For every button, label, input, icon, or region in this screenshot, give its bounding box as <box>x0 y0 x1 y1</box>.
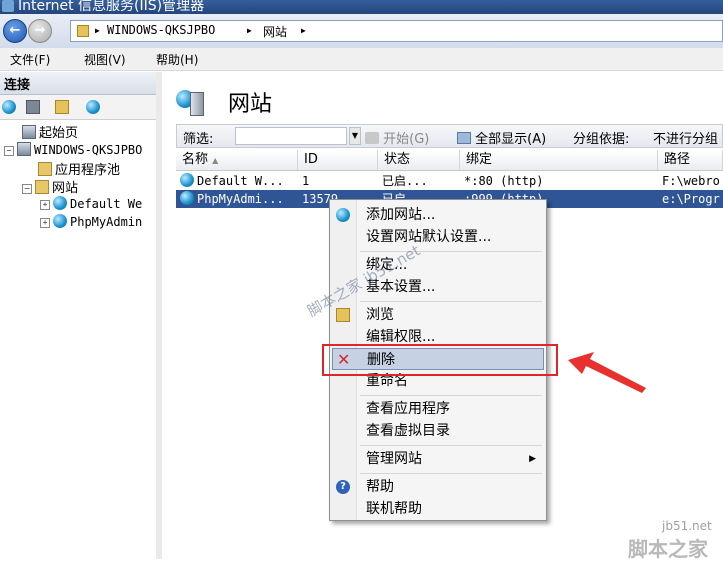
column-name[interactable]: 名称 ▲ <box>176 150 298 170</box>
column-path[interactable]: 路径 <box>658 150 723 170</box>
group-by-select[interactable]: 不进行分组 <box>653 128 718 147</box>
site-globe-icon <box>53 214 67 228</box>
column-id[interactable]: ID <box>298 150 378 170</box>
window-title: Internet 信息服务(IIS)管理器 <box>18 0 205 14</box>
watermark-url: jb51.net <box>662 519 712 533</box>
sort-ascending-icon: ▲ <box>212 156 219 165</box>
tree-site-phpmyadmin[interactable]: + PhpMyAdmin <box>40 214 142 229</box>
site-globe-icon <box>180 173 194 187</box>
filter-input[interactable] <box>235 127 347 145</box>
breadcrumb-separator-icon: ▶ <box>247 26 252 35</box>
tree-site-default[interactable]: + Default We <box>40 196 142 211</box>
expand-icon[interactable]: + <box>40 218 50 228</box>
filter-dropdown-icon[interactable]: ▼ <box>349 127 361 145</box>
menu-item-view-virtual-dirs[interactable]: 查看虚拟目录 <box>332 420 544 442</box>
site-folder-icon <box>77 25 89 37</box>
forward-button[interactable]: → <box>28 19 52 43</box>
breadcrumb-separator-icon: ▶ <box>301 26 306 35</box>
back-arrow-icon: ← <box>9 23 21 38</box>
breadcrumb-separator-icon: ▶ <box>95 26 100 35</box>
column-status[interactable]: 状态 <box>378 150 460 170</box>
help-icon: ? <box>336 480 350 494</box>
add-site-icon <box>336 208 350 222</box>
sites-folder-icon <box>35 180 49 194</box>
connections-title: 连接 <box>4 78 31 93</box>
menu-item-add-site[interactable]: 添加网站... <box>332 204 544 226</box>
menu-bar: 文件(F) 视图(V) 帮助(H) <box>0 48 723 71</box>
connections-header: 连接 <box>0 72 158 95</box>
collapse-icon[interactable]: − <box>22 184 32 194</box>
connections-toolbar <box>0 95 158 120</box>
menu-help[interactable]: 帮助(H) <box>156 51 198 68</box>
breadcrumb-server[interactable]: WINDOWS-QKSJPBO <box>107 23 215 37</box>
forward-arrow-icon: → <box>34 23 46 38</box>
table-row[interactable]: Default W... 1 已启... *:80 (http) F:\webr… <box>176 172 723 190</box>
column-binding[interactable]: 绑定 <box>460 150 658 170</box>
start-filter-button[interactable]: 开始(G) <box>365 128 429 147</box>
menu-item-browse[interactable]: 浏览 <box>332 304 544 326</box>
connect-globe-icon[interactable] <box>2 100 16 114</box>
site-globe-icon <box>53 196 67 210</box>
browse-icon <box>336 308 350 322</box>
menu-item-view-applications[interactable]: 查看应用程序 <box>332 398 544 420</box>
group-by-label: 分组依据: <box>573 132 630 147</box>
filter-bar: 筛选: ▼ 开始(G) 全部显示(A) 分组依据: 不进行分组 <box>176 124 723 148</box>
address-box[interactable]: ▶ WINDOWS-QKSJPBO ▶ 网站 ▶ <box>70 20 723 42</box>
collapse-icon[interactable]: − <box>4 146 14 156</box>
menu-item-manage-site[interactable]: 管理网站 ▶ <box>332 448 544 470</box>
app-icon <box>2 0 14 12</box>
connections-panel: 连接 起始页 − WINDOWS-QKSJPBO 应用程序池 − 网站 + Defau… <box>0 72 159 559</box>
submenu-arrow-icon: ▶ <box>529 454 536 464</box>
start-page-icon <box>22 125 36 139</box>
menu-view[interactable]: 视图(V) <box>84 51 126 68</box>
filter-label: 筛选: <box>183 132 214 147</box>
back-button[interactable]: ← <box>3 19 27 43</box>
sites-header-icon <box>176 86 206 116</box>
show-all-icon <box>457 132 471 144</box>
menu-file[interactable]: 文件(F) <box>10 51 50 68</box>
save-icon[interactable] <box>26 100 40 114</box>
site-globe-icon <box>180 191 194 205</box>
page-title: 网站 <box>228 92 273 117</box>
title-bar: Internet 信息服务(IIS)管理器 <box>0 0 723 14</box>
tree-sites[interactable]: − 网站 <box>22 177 78 196</box>
address-bar: ← → ▶ WINDOWS-QKSJPBO ▶ 网站 ▶ <box>0 14 723 48</box>
annotation-arrow-icon <box>568 352 646 393</box>
column-header-row: 名称 ▲ ID 状态 绑定 路径 <box>176 150 723 171</box>
server-icon <box>17 142 31 156</box>
tree-start-page[interactable]: 起始页 <box>22 122 78 141</box>
menu-item-online-help[interactable]: 联机帮助 <box>332 498 544 520</box>
breadcrumb-sites[interactable]: 网站 <box>263 23 287 40</box>
disconnect-icon[interactable] <box>86 100 100 114</box>
tree-app-pools[interactable]: 应用程序池 <box>38 159 120 178</box>
highlight-box <box>322 344 558 376</box>
menu-item-site-defaults[interactable]: 设置网站默认设置... <box>332 226 544 248</box>
show-all-button[interactable]: 全部显示(A) <box>457 128 546 147</box>
watermark-name: 脚本之家 <box>628 537 708 561</box>
binoculars-icon <box>365 132 379 144</box>
app-pool-icon <box>38 162 52 176</box>
up-folder-icon[interactable] <box>55 100 69 114</box>
panel-splitter[interactable] <box>156 72 162 559</box>
tree-server[interactable]: − WINDOWS-QKSJPBO <box>4 142 142 157</box>
expand-icon[interactable]: + <box>40 200 50 210</box>
menu-item-help[interactable]: ? 帮助 <box>332 476 544 498</box>
